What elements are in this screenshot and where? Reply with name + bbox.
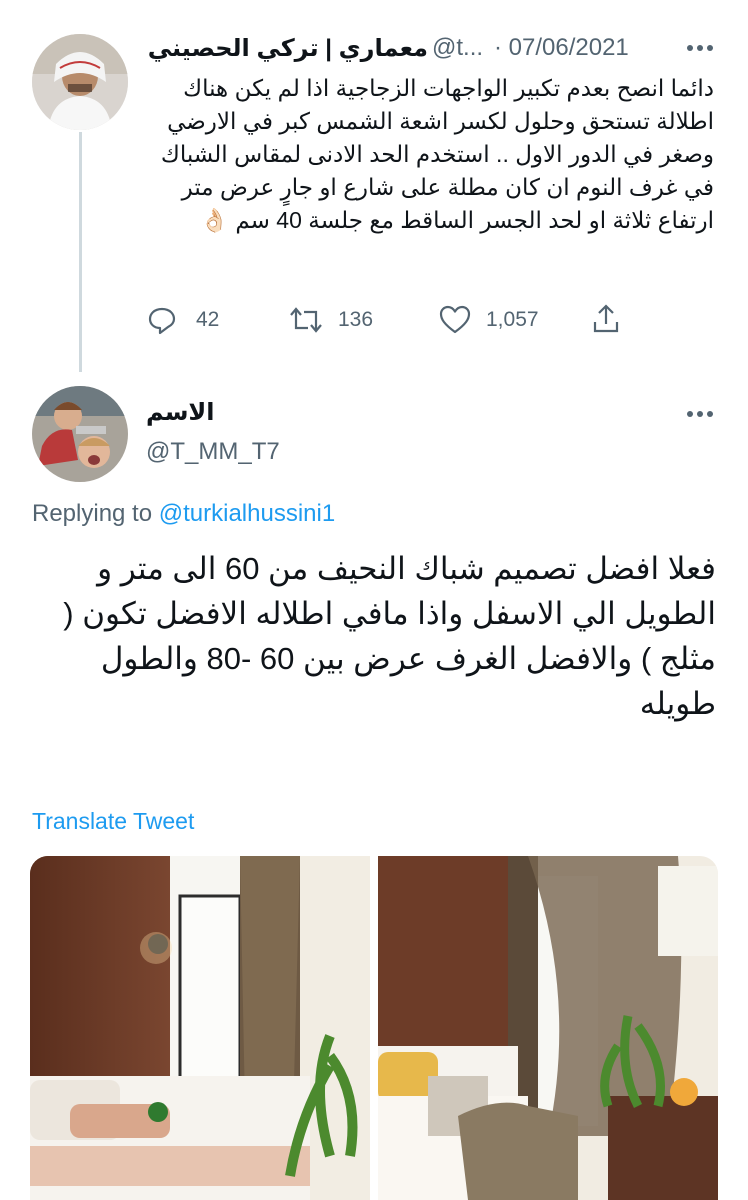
tweet1-actions: 42 136 1,057 xyxy=(146,300,726,340)
replying-handle-link[interactable]: @turkialhussini1 xyxy=(159,500,335,527)
date-tweet1[interactable]: · 07/06/2021 xyxy=(494,34,629,62)
reply-button[interactable]: 42 xyxy=(146,302,219,338)
replying-to: Replying to @turkialhussini1 xyxy=(32,500,335,528)
media-image-2[interactable] xyxy=(378,856,718,1200)
reply-count: 42 xyxy=(196,308,220,331)
handle-tweet1[interactable]: @t... xyxy=(432,34,483,62)
display-name-tweet2[interactable]: الاسم xyxy=(146,398,266,427)
display-name-tweet1[interactable]: معماري | تركي الحصيني xyxy=(146,34,428,64)
tweet2-text: فعلا افضل تصميم شباك النحيف من 60 الى مت… xyxy=(63,551,716,721)
tweet1-text: دائما انصح بعدم تكبير الواجهات الزجاجية … xyxy=(160,75,714,233)
share-icon xyxy=(593,304,619,333)
avatar-tweet2[interactable] xyxy=(32,386,128,482)
handle-tweet2[interactable]: @T_MM_T7 xyxy=(146,438,280,466)
more-icon-tweet2[interactable] xyxy=(680,400,720,428)
retweet-icon xyxy=(290,307,322,333)
translate-tweet-link[interactable]: Translate Tweet xyxy=(32,808,194,835)
replying-label: Replying to xyxy=(32,500,153,527)
heart-icon xyxy=(439,305,471,334)
media-container xyxy=(30,856,718,1200)
retweet-count: 136 xyxy=(338,308,374,331)
like-count: 1,057 xyxy=(486,308,539,331)
more-icon[interactable] xyxy=(680,34,720,62)
tweet1-body: دائما انصح بعدم تكبير الواجهات الزجاجية … xyxy=(146,72,714,294)
media-image-1[interactable] xyxy=(30,856,370,1200)
avatar-tweet1[interactable] xyxy=(32,34,128,130)
retweet-button[interactable]: 136 xyxy=(288,302,373,338)
like-button[interactable]: 1,057 xyxy=(438,302,539,338)
thread-connector-line xyxy=(79,132,82,372)
reply-icon xyxy=(148,307,176,335)
share-button[interactable] xyxy=(590,300,622,338)
ok-hand-emoji: 👌🏻 xyxy=(200,207,229,233)
